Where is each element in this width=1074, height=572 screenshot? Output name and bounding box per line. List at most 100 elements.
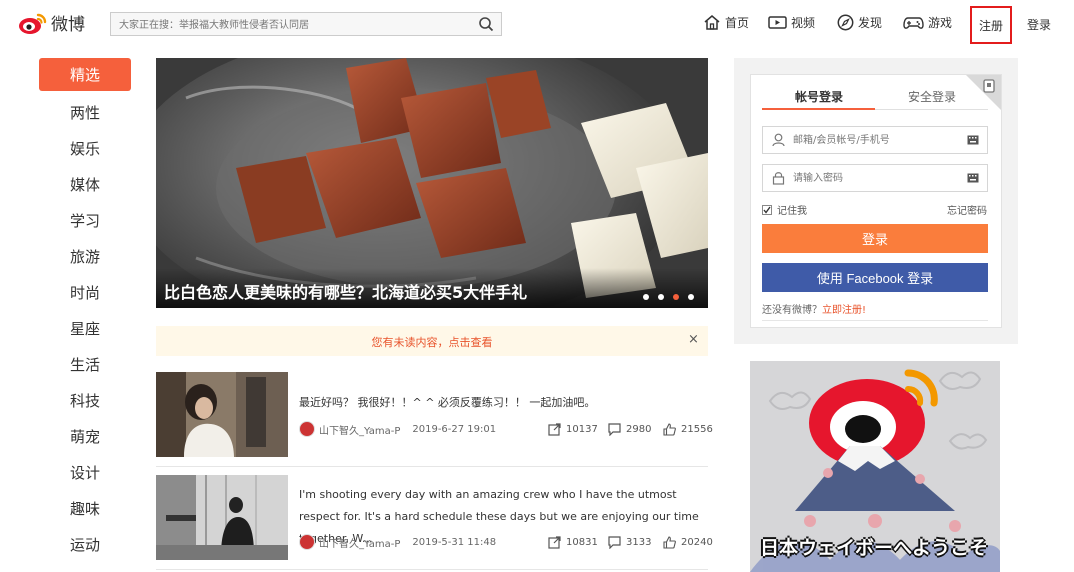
sidebar-item-fun[interactable]: 趣味: [39, 498, 131, 518]
weibo-logo[interactable]: 微博: [18, 10, 85, 35]
carousel-dot-active[interactable]: [673, 294, 679, 300]
nav-home-label: 首页: [725, 16, 750, 30]
feed-author[interactable]: 山下智久_Yama-P: [319, 422, 400, 437]
login-button[interactable]: 登录: [762, 224, 988, 253]
remember-checkbox[interactable]: [762, 204, 772, 215]
unread-notice[interactable]: 您有未读内容，点击查看 ×: [156, 326, 708, 356]
repost-icon: [548, 423, 561, 436]
comment-count-value: 2980: [626, 424, 652, 435]
thumbs-up-icon: [663, 536, 676, 549]
active-tab-indicator: [762, 108, 875, 110]
lock-icon: [772, 172, 785, 185]
feed-thumbnail[interactable]: [156, 372, 288, 457]
close-icon[interactable]: ×: [688, 332, 699, 347]
nav-home[interactable]: 首页: [703, 14, 749, 31]
remember-me[interactable]: 记住我: [762, 202, 807, 217]
qr-login-corner-icon[interactable]: [966, 75, 1001, 110]
register-now-link[interactable]: 立即注册!: [822, 305, 866, 316]
sidebar-item-travel[interactable]: 旅游: [39, 246, 131, 266]
checkmark-icon: [763, 206, 771, 214]
remember-label: 记住我: [777, 206, 807, 217]
like-count-value: 21556: [681, 424, 713, 435]
nav-discover-label: 发现: [858, 16, 883, 30]
facebook-login-button[interactable]: 使用 Facebook 登录: [762, 263, 988, 292]
banner-carousel[interactable]: 比白色恋人更美味的有哪些？北海道必买5大伴手礼: [156, 58, 708, 308]
forgot-password-link[interactable]: 忘记密码: [947, 202, 987, 217]
nav-discover[interactable]: 发现: [837, 14, 882, 31]
feed-divider: [156, 569, 708, 570]
username-field[interactable]: [762, 126, 988, 154]
tab-divider: [875, 109, 988, 110]
sidebar-item-entertainment[interactable]: 娱乐: [39, 138, 131, 158]
promo-title[interactable]: 日本ウェイボーへようこそ: [760, 533, 988, 560]
tab-account-login[interactable]: 帐号登录: [795, 88, 843, 105]
register-link[interactable]: 注册: [970, 6, 1012, 44]
signup-prompt-text: 还没有微博？: [762, 305, 822, 316]
feed-post-meta: 山下智久_Yama-P 2019-5-31 11:48: [299, 534, 496, 550]
feed-author[interactable]: 山下智久_Yama-P: [319, 535, 400, 550]
user-icon: [772, 133, 785, 147]
promo-banner[interactable]: 日本ウェイボーへようこそ: [750, 361, 1000, 572]
nav-video[interactable]: 视频: [768, 14, 815, 31]
keyboard-icon[interactable]: [967, 173, 979, 183]
feed-date: 2019-6-27 19:01: [412, 423, 497, 435]
search-input[interactable]: [111, 14, 469, 37]
signup-prompt: 还没有微博？立即注册!: [762, 301, 866, 316]
nav-games-label: 游戏: [928, 16, 953, 30]
sidebar-item-pets[interactable]: 萌宠: [39, 426, 131, 446]
thumbs-up-icon: [663, 423, 676, 436]
carousel-dot[interactable]: [658, 294, 664, 300]
comment-icon: [608, 536, 621, 549]
repost-count-value: 10831: [566, 537, 598, 548]
sidebar-item-horoscope[interactable]: 星座: [39, 318, 131, 338]
nav-games[interactable]: 游戏: [903, 14, 952, 31]
feed-divider: [156, 466, 708, 467]
weibo-eye-icon: [19, 13, 47, 34]
password-input[interactable]: [793, 166, 953, 190]
logo-text: 微博: [51, 15, 85, 35]
repost-count[interactable]: 10831: [548, 536, 598, 549]
like-count[interactable]: 20240: [663, 536, 713, 549]
sidebar-item-tech[interactable]: 科技: [39, 390, 131, 410]
carousel-dot[interactable]: [643, 294, 649, 300]
repost-count-value: 10137: [566, 424, 598, 435]
sidebar-item-study[interactable]: 学习: [39, 210, 131, 230]
feed-date: 2019-5-31 11:48: [412, 536, 497, 548]
unread-notice-text[interactable]: 您有未读内容，点击查看: [156, 334, 708, 350]
sidebar-item-design[interactable]: 设计: [39, 462, 131, 482]
like-count-value: 20240: [681, 537, 713, 548]
video-icon: [768, 16, 787, 29]
feed-photo: [156, 475, 288, 560]
carousel-dot[interactable]: [688, 294, 694, 300]
sidebar-item-featured[interactable]: 精选: [39, 58, 131, 91]
avatar[interactable]: [299, 534, 315, 550]
comment-icon: [608, 423, 621, 436]
username-input[interactable]: [793, 128, 953, 152]
sidebar-item-relationships[interactable]: 两性: [39, 102, 131, 122]
home-icon: [704, 15, 720, 30]
sidebar-item-fashion[interactable]: 时尚: [39, 282, 131, 302]
repost-icon: [548, 536, 561, 549]
feed-photo: [156, 372, 288, 457]
feed-post-text[interactable]: 最近好吗？ 我很好！！^ ^ 必须反覆练习！！ 一起加油吧。: [299, 392, 711, 414]
sidebar-item-media[interactable]: 媒体: [39, 174, 131, 194]
like-count[interactable]: 21556: [663, 423, 713, 436]
compass-icon: [837, 14, 854, 31]
feed-thumbnail[interactable]: [156, 475, 288, 560]
comment-count-value: 3133: [626, 537, 652, 548]
comment-count[interactable]: 3133: [608, 536, 651, 549]
repost-count[interactable]: 10137: [548, 423, 598, 436]
gamepad-icon: [903, 16, 924, 29]
keyboard-icon[interactable]: [967, 135, 979, 145]
feed-post-meta: 山下智久_Yama-P 2019-6-27 19:01: [299, 421, 496, 437]
banner-title[interactable]: 比白色恋人更美味的有哪些？北海道必买5大伴手礼: [164, 279, 527, 303]
password-field[interactable]: [762, 164, 988, 192]
comment-count[interactable]: 2980: [608, 423, 651, 436]
search-icon[interactable]: [478, 16, 494, 36]
login-link[interactable]: 登录: [1027, 16, 1051, 33]
search-box[interactable]: [110, 12, 502, 37]
tab-secure-login[interactable]: 安全登录: [908, 88, 956, 105]
avatar[interactable]: [299, 421, 315, 437]
sidebar-item-life[interactable]: 生活: [39, 354, 131, 374]
sidebar-item-sports[interactable]: 运动: [39, 534, 131, 554]
